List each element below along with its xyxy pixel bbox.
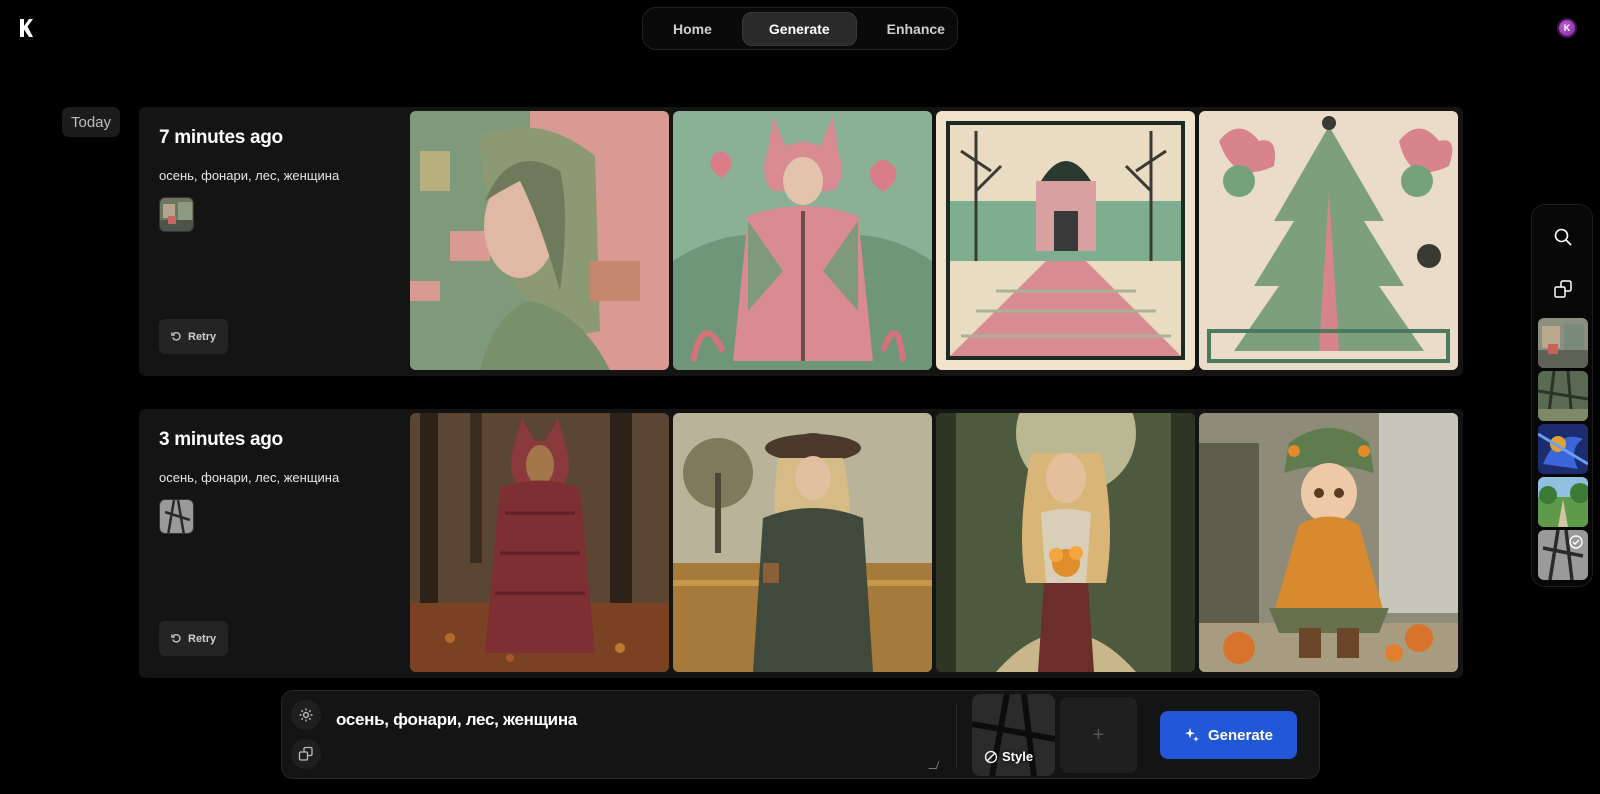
remix-icon[interactable] (1553, 279, 1573, 299)
reference-image[interactable] (159, 499, 194, 534)
remix-icon (298, 746, 313, 761)
image-prompt-button[interactable] (291, 739, 321, 769)
history-thumbnail[interactable] (1538, 424, 1588, 474)
retry-label: Retry (188, 632, 217, 645)
retry-icon (171, 332, 181, 341)
history-thumbnail[interactable] (1538, 318, 1588, 368)
logo-icon[interactable] (18, 18, 36, 38)
generation-time: 3 minutes ago (159, 429, 283, 450)
tab-home[interactable]: Home (647, 12, 738, 46)
avatar[interactable]: K (1557, 18, 1577, 38)
style-selector[interactable]: Style (972, 694, 1055, 776)
generation-prompt: осень, фонари, лес, женщина (159, 470, 340, 485)
resize-handle[interactable] (928, 761, 940, 769)
add-reference-button[interactable]: + (1060, 697, 1137, 773)
generated-image[interactable] (936, 111, 1195, 370)
generated-image[interactable] (1199, 111, 1458, 370)
history-rail (1531, 204, 1593, 587)
reference-image[interactable] (159, 197, 194, 232)
retry-icon (171, 634, 181, 643)
settings-button[interactable] (291, 700, 321, 730)
generation-info: 7 minutes ago осень, фонари, лес, женщин… (159, 127, 399, 356)
generation-prompt: осень, фонари, лес, женщина (159, 168, 340, 183)
main-nav: Home Generate Enhance (642, 7, 958, 50)
generation-card: 7 minutes ago осень, фонари, лес, женщин… (139, 107, 1463, 376)
generated-image[interactable] (936, 413, 1195, 672)
divider (956, 703, 957, 768)
history-thumbnail[interactable] (1538, 371, 1588, 421)
generated-image[interactable] (673, 111, 932, 370)
retry-label: Retry (188, 330, 217, 343)
generated-image[interactable] (410, 413, 669, 672)
generated-image[interactable] (1199, 413, 1458, 672)
generated-image[interactable] (410, 111, 669, 370)
sparkle-icon (1184, 728, 1199, 742)
retry-button[interactable]: Retry (159, 621, 229, 656)
prompt-bar: Style + Generate (281, 690, 1320, 779)
generated-image[interactable] (673, 413, 932, 672)
style-label-group: Style (984, 749, 1033, 764)
gear-icon (299, 708, 313, 722)
generation-card: 3 minutes ago осень, фонари, лес, женщин… (139, 409, 1463, 678)
generation-info: 3 minutes ago осень, фонари, лес, женщин… (159, 429, 399, 658)
history-thumbnail-selected[interactable] (1538, 530, 1588, 580)
date-group-label: Today (62, 107, 121, 137)
generate-button[interactable]: Generate (1160, 711, 1297, 759)
prompt-input[interactable] (336, 705, 916, 735)
retry-button[interactable]: Retry (159, 319, 229, 354)
history-thumbnail[interactable] (1538, 477, 1588, 527)
generation-time: 7 minutes ago (159, 127, 283, 148)
generate-label: Generate (1207, 726, 1274, 744)
search-icon[interactable] (1553, 227, 1573, 247)
tab-enhance[interactable]: Enhance (861, 12, 971, 46)
style-icon (984, 750, 998, 763)
tab-generate[interactable]: Generate (741, 11, 857, 46)
style-label: Style (1002, 749, 1034, 764)
